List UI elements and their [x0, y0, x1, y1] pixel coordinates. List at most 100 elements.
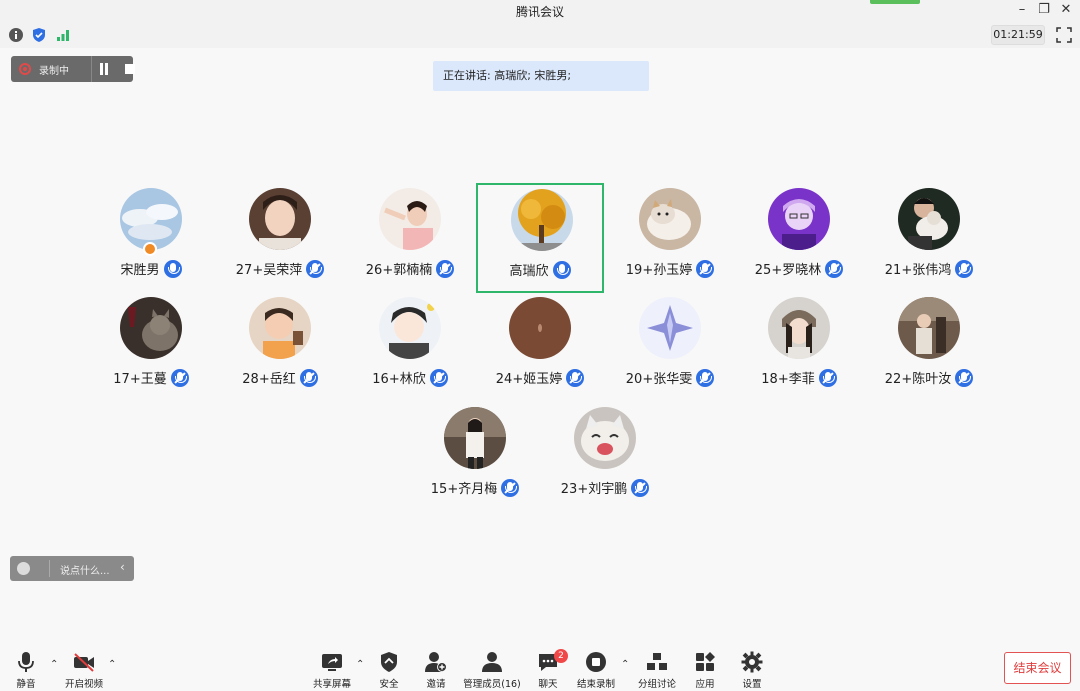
participant-tile[interactable]: 宋胜男	[87, 184, 215, 292]
participant-tile[interactable]: 25+罗晓林	[735, 184, 863, 292]
participant-name: 23+刘宇鹏	[560, 482, 628, 497]
network-indicator	[870, 0, 920, 4]
apps-icon	[696, 652, 715, 671]
meeting-window: 腾讯会议 – ❐ ✕ 01:21:59 录制中 正在讲话: 高瑞欣; 宋胜男;	[0, 0, 1080, 691]
mic-muted-icon	[955, 368, 974, 387]
participant-name: 15+齐月梅	[430, 482, 498, 497]
participant-name: 18+李菲	[761, 372, 815, 387]
participant-tile-active-speaker[interactable]: 高瑞欣	[476, 183, 604, 293]
participant-tile[interactable]: 16+林欣	[346, 293, 474, 401]
avatar	[509, 297, 571, 359]
mic-on-icon	[163, 259, 182, 278]
chat-input[interactable]: 说点什么...	[60, 562, 110, 577]
mic-muted-icon	[306, 259, 325, 278]
members-icon	[482, 652, 502, 672]
video-off-icon	[74, 653, 94, 672]
start-video-button[interactable]: 开启视频	[54, 649, 114, 690]
participant-tile[interactable]: 27+吴荣萍	[216, 184, 344, 292]
avatar	[379, 188, 441, 250]
emoji-icon[interactable]	[17, 562, 30, 575]
mic-on-icon	[552, 260, 571, 279]
stop-recording-button[interactable]	[125, 64, 135, 74]
participant-tile[interactable]: 20+张华雯	[606, 293, 734, 401]
info-bar: 01:21:59	[0, 22, 1080, 48]
avatar	[379, 297, 441, 359]
microphone-icon	[18, 652, 34, 672]
shield-icon[interactable]	[31, 27, 47, 43]
participant-name: 28+岳红	[242, 372, 296, 387]
avatar	[249, 297, 311, 359]
participant-name: 16+林欣	[372, 372, 426, 387]
mic-muted-icon	[170, 368, 189, 387]
info-icon[interactable]	[8, 27, 24, 43]
mic-muted-icon	[436, 259, 455, 278]
mic-muted-icon	[825, 259, 844, 278]
participant-tile[interactable]: 23+刘宇鹏	[541, 403, 669, 511]
mic-muted-icon	[566, 368, 585, 387]
avatar	[120, 188, 182, 250]
participant-name: 22+陈叶汝	[884, 372, 952, 387]
chevron-left-icon[interactable]: ‹	[120, 560, 125, 574]
meeting-timer: 01:21:59	[991, 25, 1045, 45]
chevron-up-icon[interactable]: ⌃	[108, 659, 118, 670]
title-bar: 腾讯会议 – ❐ ✕	[0, 0, 1080, 22]
participant-name: 24+姬玉婷	[495, 372, 563, 387]
add-user-icon	[425, 652, 447, 672]
participant-name: 25+罗晓林	[754, 263, 822, 278]
avatar	[574, 407, 636, 469]
avatar	[511, 189, 573, 251]
minimize-icon[interactable]: –	[1012, 2, 1032, 18]
share-screen-icon	[322, 654, 342, 671]
divider	[49, 560, 50, 577]
participant-name: 19+孙玉婷	[625, 263, 693, 278]
participant-name: 高瑞欣	[509, 264, 549, 279]
end-meeting-button[interactable]: 结束会议	[1004, 652, 1071, 684]
security-icon	[381, 652, 397, 672]
recording-status: 录制中	[39, 66, 69, 77]
breakout-icon	[647, 653, 667, 670]
participant-tile[interactable]: 15+齐月梅	[411, 403, 539, 511]
participant-tile[interactable]: 24+姬玉婷	[476, 293, 604, 401]
participant-tile[interactable]: 26+郭楠楠	[346, 184, 474, 292]
mic-muted-icon	[299, 368, 318, 387]
settings-button[interactable]: 设置	[722, 649, 782, 690]
divider	[91, 56, 92, 82]
avatar	[444, 407, 506, 469]
window-title: 腾讯会议	[515, 5, 564, 19]
avatar	[639, 297, 701, 359]
host-icon	[143, 242, 157, 256]
mic-muted-icon	[818, 368, 837, 387]
stop-recording-icon	[586, 652, 606, 672]
close-icon[interactable]: ✕	[1056, 2, 1076, 18]
participant-tile[interactable]: 18+李菲	[735, 293, 863, 401]
mic-muted-icon	[955, 259, 974, 278]
avatar	[898, 297, 960, 359]
mic-muted-icon	[696, 368, 715, 387]
signal-icon[interactable]	[55, 27, 71, 43]
chat-input-bar[interactable]: 说点什么... ‹	[10, 556, 134, 581]
participant-tile[interactable]: 17+王蔓	[87, 293, 215, 401]
fullscreen-icon[interactable]	[1056, 27, 1072, 43]
participant-name: 21+张伟鸿	[884, 263, 952, 278]
participant-tile[interactable]: 28+岳红	[216, 293, 344, 401]
speaking-banner: 正在讲话: 高瑞欣; 宋胜男;	[433, 61, 649, 91]
mic-muted-icon	[429, 368, 448, 387]
bottom-toolbar: 静音 ⌃ 开启视频 ⌃ 共享屏幕 ⌃ 安全 邀请 管理成员(16) 2 聊天 结…	[0, 643, 1080, 691]
participant-name: 宋胜男	[120, 263, 160, 278]
avatar	[768, 297, 830, 359]
participant-name: 26+郭楠楠	[365, 263, 433, 278]
participant-name: 17+王蔓	[113, 372, 167, 387]
restore-icon[interactable]: ❐	[1034, 2, 1054, 18]
gear-icon	[741, 651, 763, 673]
mic-muted-icon	[696, 259, 715, 278]
participant-name: 20+张华雯	[625, 372, 693, 387]
avatar	[898, 188, 960, 250]
mic-muted-icon	[631, 478, 650, 497]
participant-tile[interactable]: 19+孙玉婷	[606, 184, 734, 292]
pause-recording-button[interactable]	[98, 63, 110, 75]
avatar	[639, 188, 701, 250]
mic-muted-icon	[501, 478, 520, 497]
avatar	[768, 188, 830, 250]
participant-tile[interactable]: 21+张伟鸿	[865, 184, 993, 292]
participant-tile[interactable]: 22+陈叶汝	[865, 293, 993, 401]
